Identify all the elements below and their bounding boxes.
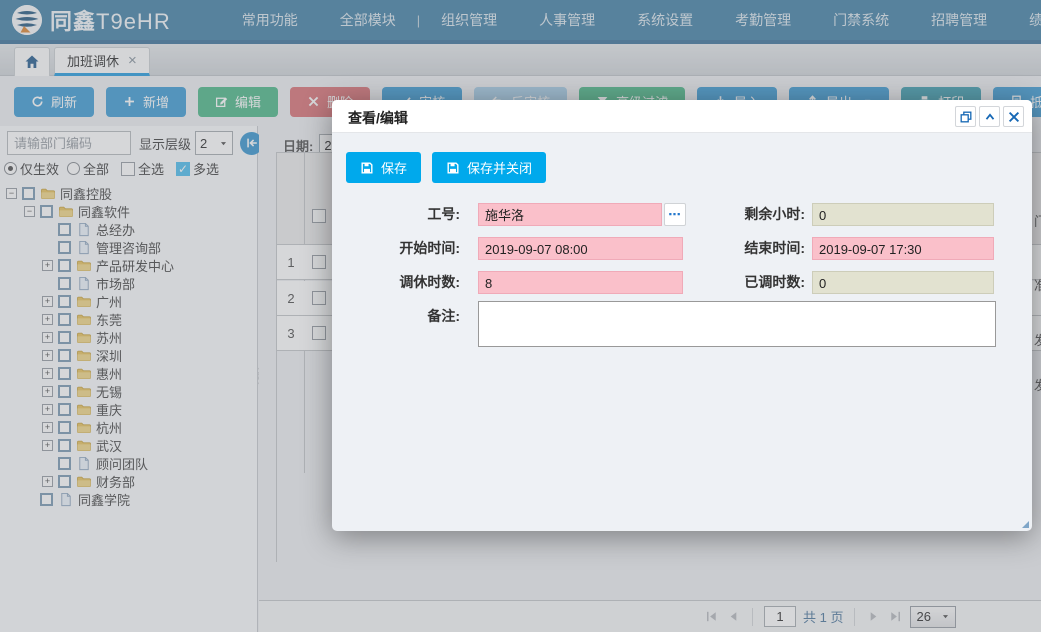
end-time-label: 结束时间: — [685, 237, 805, 260]
save-icon — [446, 161, 460, 175]
dialog-header[interactable]: 查看/编辑 — [332, 100, 1032, 133]
start-time-label: 开始时间: — [340, 237, 460, 260]
remark-label: 备注: — [340, 305, 460, 328]
close-window-icon[interactable] — [1003, 106, 1024, 127]
leave-hours-field[interactable]: 8 — [478, 271, 683, 294]
remaining-hours-label: 剩余小时: — [685, 203, 805, 226]
start-time-field[interactable]: 2019-09-07 08:00 — [478, 237, 683, 260]
save-and-close-button[interactable]: 保存并关闭 — [432, 152, 546, 183]
save-button[interactable]: 保存 — [346, 152, 421, 183]
employee-label: 工号: — [340, 203, 460, 226]
used-hours-field: 0 — [812, 271, 994, 294]
dialog-resize-handle[interactable] — [1022, 521, 1029, 528]
end-time-field[interactable]: 2019-09-07 17:30 — [812, 237, 994, 260]
save-icon — [360, 161, 374, 175]
collapse-window-icon[interactable] — [979, 106, 1000, 127]
leave-hours-label: 调休时数: — [340, 271, 460, 294]
restore-window-icon[interactable] — [955, 106, 976, 127]
dialog-title: 查看/编辑 — [348, 108, 408, 128]
edit-dialog: 查看/编辑 保存 保存并关闭 工号: 施华洛 ▪▪▪ 剩余小时: 0 开始时间:… — [332, 100, 1032, 531]
remark-textarea[interactable] — [478, 301, 996, 347]
remaining-hours-field: 0 — [812, 203, 994, 226]
used-hours-label: 已调时数: — [685, 271, 805, 294]
employee-lookup-button[interactable]: ▪▪▪ — [664, 203, 686, 226]
employee-field[interactable]: 施华洛 — [478, 203, 662, 226]
